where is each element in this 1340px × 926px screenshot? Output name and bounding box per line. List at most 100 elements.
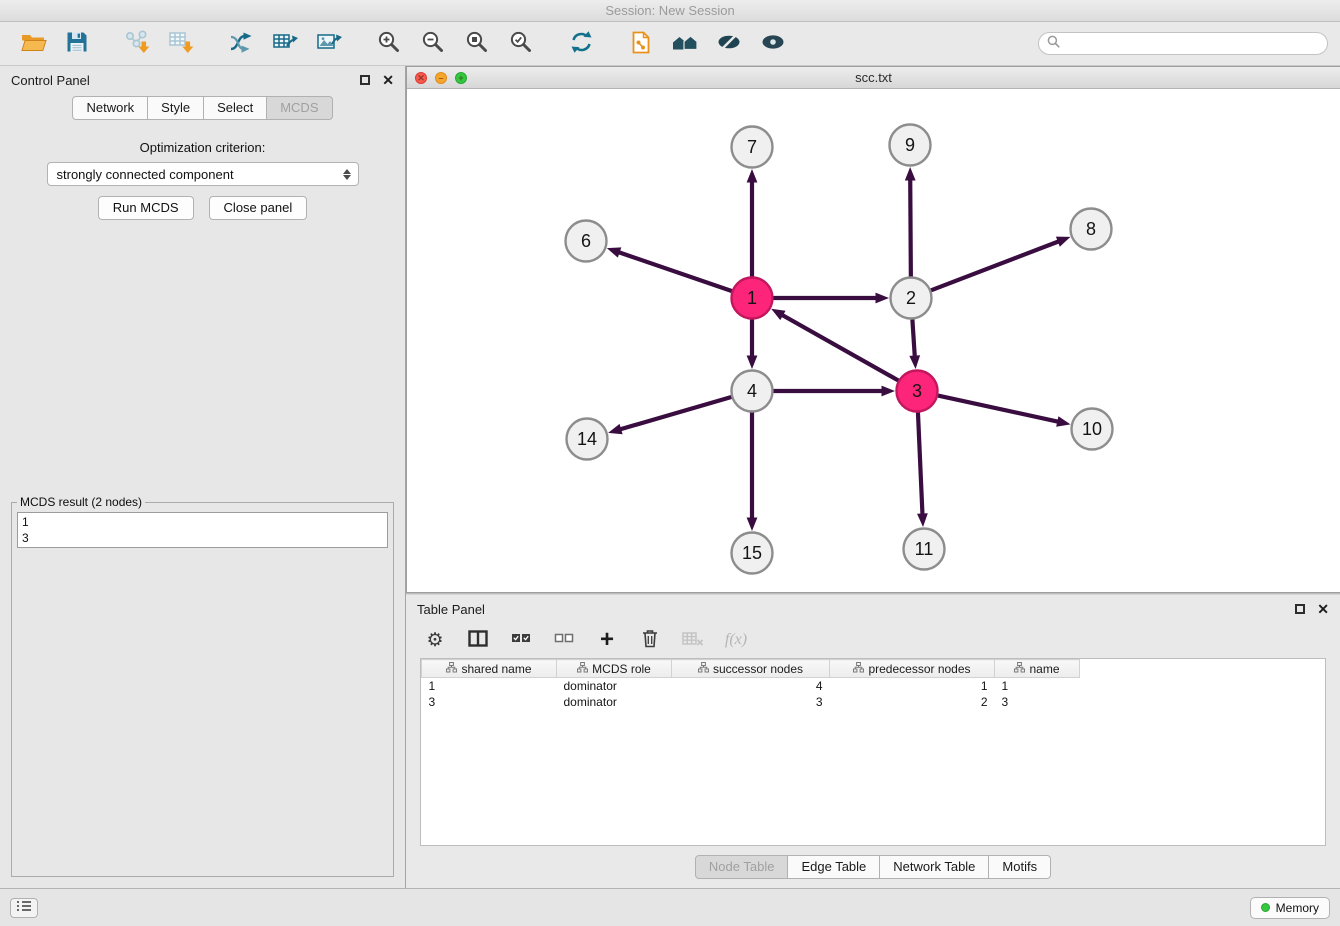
table-cell[interactable]: 4 [672,678,830,694]
open-session-button[interactable] [12,26,54,62]
graph-node-9[interactable]: 9 [890,125,931,166]
graph-node-label: 15 [742,543,762,563]
export-image-button[interactable] [308,26,350,62]
graph-edge-1-7[interactable] [747,169,758,277]
graph-edge-4-15[interactable] [747,413,758,532]
delete-column-button[interactable] [637,627,663,653]
column-header-successor-nodes[interactable]: successor nodes [672,660,830,678]
tab-style[interactable]: Style [148,96,204,120]
list-icon [16,900,32,915]
share-network-button[interactable] [220,26,262,62]
zoom-in-button[interactable] [368,26,410,62]
table-row[interactable]: 1dominator411 [422,678,1080,694]
column-type-icon [698,662,709,676]
graph-edge-3-11[interactable] [917,412,928,527]
delete-table-button[interactable] [680,627,706,653]
graph-edge-3-10[interactable] [938,396,1070,427]
mcds-result-line: 1 [22,514,383,530]
column-layout-button[interactable] [465,627,491,653]
homes-button[interactable] [664,26,706,62]
graph-node-label: 6 [581,231,591,251]
float-panel-icon[interactable] [360,75,370,85]
criterion-select[interactable]: strongly connected component [47,162,359,186]
column-label: successor nodes [713,662,803,676]
import-table-button[interactable] [160,26,202,62]
float-panel-icon[interactable] [1295,604,1305,614]
graph-node-11[interactable]: 11 [904,529,945,570]
tab-mcds[interactable]: MCDS [267,96,332,120]
add-column-button[interactable]: + [594,627,620,653]
graph-node-10[interactable]: 10 [1072,409,1113,450]
task-history-button[interactable] [10,898,38,918]
eye-button[interactable] [752,26,794,62]
graph-edge-1-4[interactable] [747,320,758,370]
memory-button[interactable]: Memory [1250,897,1330,919]
network-graph[interactable]: 7 9 6 8 1 2 4 3 14 10 15 11 [407,89,1339,592]
graph-node-6[interactable]: 6 [566,221,607,262]
function-builder-button[interactable]: f(x) [723,627,749,653]
graph-node-4[interactable]: 4 [732,371,773,412]
close-panel-button[interactable]: Close panel [209,196,308,220]
graph-edge-2-8[interactable] [931,237,1070,291]
run-mcds-button[interactable]: Run MCDS [98,196,194,220]
open-folder-icon [20,30,47,57]
tab-select[interactable]: Select [204,96,267,120]
graph-node-14[interactable]: 14 [567,419,608,460]
mcds-result-box[interactable]: 13 [17,512,388,548]
table-cell[interactable]: 2 [830,694,995,710]
table-cell[interactable]: 3 [995,694,1080,710]
graph-node-label: 4 [747,381,757,401]
graph-node-15[interactable]: 15 [732,533,773,574]
column-header-predecessor-nodes[interactable]: predecessor nodes [830,660,995,678]
graph-node-1[interactable]: 1 [732,278,773,319]
zoom-fit-button[interactable] [456,26,498,62]
import-network-button[interactable] [116,26,158,62]
refresh-layout-button[interactable] [560,26,602,62]
table-header-row: shared nameMCDS role successor nodes prede… [422,660,1080,678]
save-session-button[interactable] [56,26,98,62]
graph-node-8[interactable]: 8 [1071,209,1112,250]
column-header-MCDS-role[interactable]: MCDS role [557,660,672,678]
network-canvas[interactable]: 7 9 6 8 1 2 4 3 14 10 15 11 [407,89,1340,592]
table-cell[interactable]: 1 [830,678,995,694]
graph-node-label: 1 [747,288,757,308]
table-tab-motifs[interactable]: Motifs [989,855,1051,879]
graph-edge-3-1[interactable] [771,309,898,381]
document-network-button[interactable] [620,26,662,62]
column-header-shared-name[interactable]: shared name [422,660,557,678]
graph-node-3[interactable]: 3 [897,371,938,412]
graph-edge-1-6[interactable] [607,247,732,291]
zoom-fit-icon [465,30,489,57]
export-table-button[interactable] [264,26,306,62]
table-tab-edge-table[interactable]: Edge Table [788,855,880,879]
trash-icon [642,629,658,651]
deselect-all-button[interactable] [551,627,577,653]
graph-edge-1-2[interactable] [774,293,890,304]
table-cell[interactable]: 1 [422,678,557,694]
table-cell[interactable]: 3 [422,694,557,710]
close-panel-icon[interactable]: ✕ [1317,602,1329,616]
search-input[interactable] [1065,37,1319,51]
graph-edge-2-3[interactable] [909,319,920,369]
table-cell[interactable]: dominator [557,678,672,694]
graph-node-label: 7 [747,137,757,157]
eye-slash-button[interactable] [708,26,750,62]
graph-edge-4-3[interactable] [774,386,896,397]
zoom-selected-button[interactable] [500,26,542,62]
table-cell[interactable]: 1 [995,678,1080,694]
select-all-button[interactable] [508,627,534,653]
table-tab-node-table[interactable]: Node Table [695,855,789,879]
table-cell[interactable]: 3 [672,694,830,710]
graph-node-2[interactable]: 2 [891,278,932,319]
table-row[interactable]: 3dominator323 [422,694,1080,710]
graph-edge-4-14[interactable] [608,397,731,434]
tab-network[interactable]: Network [72,96,148,120]
close-panel-icon[interactable]: ✕ [382,73,394,87]
table-settings-button[interactable]: ⚙ [422,627,448,653]
graph-edge-2-9[interactable] [905,167,916,277]
column-header-name[interactable]: name [995,660,1080,678]
zoom-out-button[interactable] [412,26,454,62]
table-tab-network-table[interactable]: Network Table [880,855,989,879]
graph-node-7[interactable]: 7 [732,127,773,168]
table-cell[interactable]: dominator [557,694,672,710]
